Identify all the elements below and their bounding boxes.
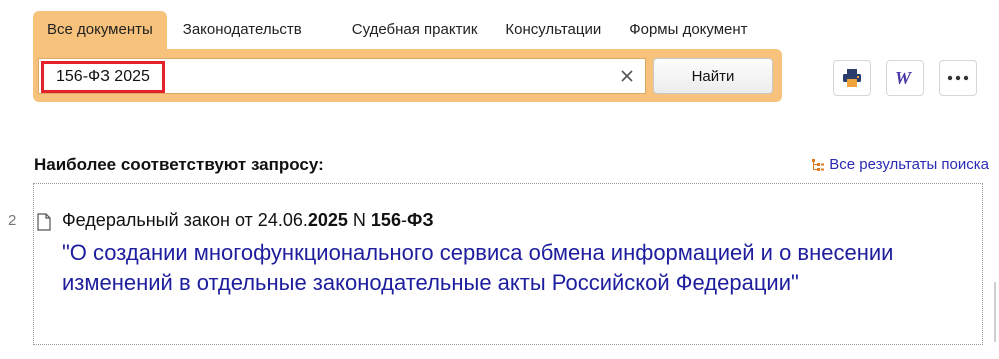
more-button[interactable] bbox=[939, 60, 977, 96]
search-query-highlight[interactable]: 156-ФЗ 2025 bbox=[41, 61, 165, 93]
clear-search-button[interactable] bbox=[617, 66, 637, 86]
document-meta-line: Федеральный закон от 24.06.2025 N 156-ФЗ bbox=[62, 210, 434, 231]
tab-legislation[interactable]: Законодательств bbox=[167, 11, 338, 49]
document-title-link[interactable]: "О создании многофункционального сервиса… bbox=[62, 238, 962, 298]
doc-law-code: ФЗ bbox=[406, 210, 434, 230]
search-panel: 156-ФЗ 2025 Найти bbox=[33, 49, 782, 102]
document-icon bbox=[37, 213, 51, 231]
scrollbar[interactable] bbox=[994, 282, 996, 342]
tree-list-icon bbox=[812, 158, 825, 171]
print-button[interactable] bbox=[833, 60, 871, 96]
result-number: 2 bbox=[8, 212, 17, 229]
doc-law-number: 156 bbox=[370, 210, 401, 230]
search-input[interactable]: 156-ФЗ 2025 bbox=[38, 58, 646, 94]
word-icon: W bbox=[895, 68, 913, 88]
tab-all-documents[interactable]: Все документы bbox=[33, 11, 167, 49]
close-icon bbox=[621, 70, 633, 82]
all-results-link[interactable]: Все результаты поиска bbox=[811, 156, 989, 173]
svg-text:W: W bbox=[895, 68, 913, 88]
find-button[interactable]: Найти bbox=[653, 58, 773, 94]
tab-court-practice[interactable]: Судебная практик bbox=[338, 11, 492, 49]
all-results-label[interactable]: Все результаты поиска bbox=[829, 156, 989, 173]
doc-number-prefix: N bbox=[347, 210, 371, 230]
printer-icon bbox=[843, 69, 861, 87]
doc-type-date: Федеральный закон от 24.06. bbox=[62, 210, 308, 230]
doc-year: 2025 bbox=[307, 210, 348, 230]
section-title: Наиболее соответствуют запросу: bbox=[34, 155, 324, 174]
tab-consultations[interactable]: Консультации bbox=[491, 11, 615, 49]
more-dots-icon bbox=[947, 75, 969, 81]
tab-document-forms[interactable]: Формы документ bbox=[615, 11, 761, 49]
search-tabs: Все документы Законодательств Судебная п… bbox=[33, 11, 762, 49]
export-word-button[interactable]: W bbox=[886, 60, 924, 96]
